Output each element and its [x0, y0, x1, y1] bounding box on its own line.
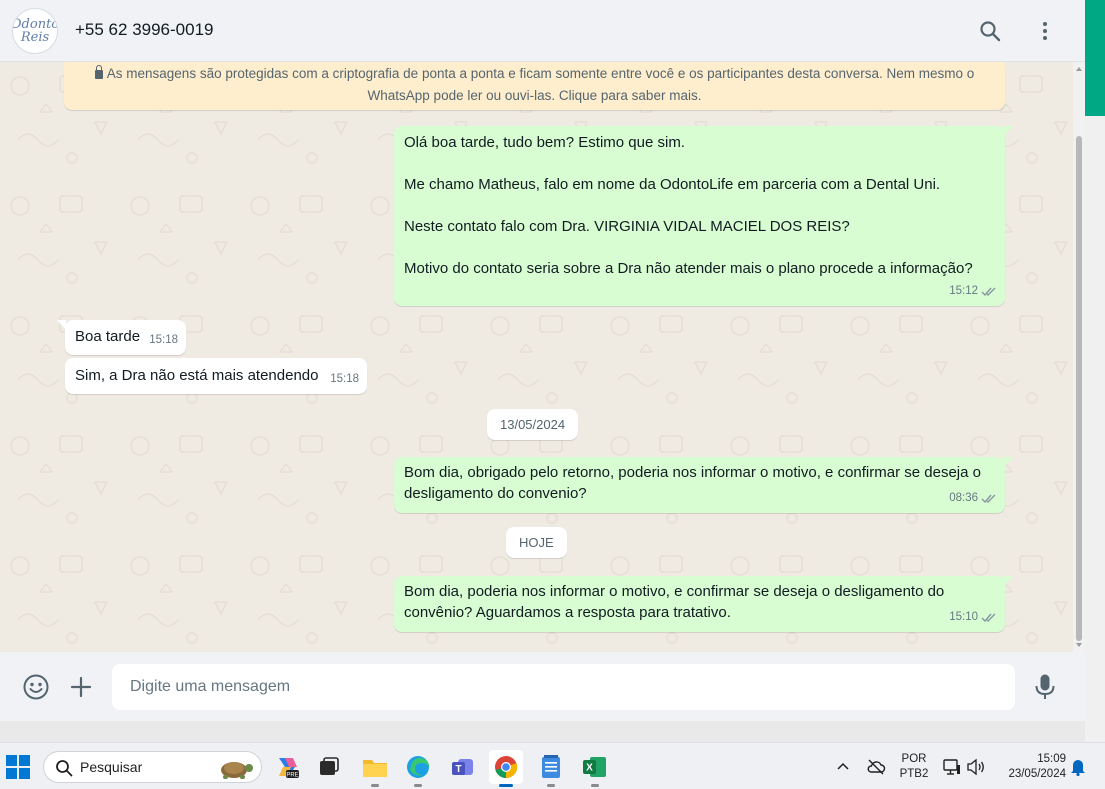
- notepad-icon[interactable]: [534, 750, 568, 787]
- message-meta: 15:18: [330, 369, 359, 390]
- clock[interactable]: 15:09 23/05/2024: [998, 752, 1066, 782]
- running-indicator: [547, 784, 555, 787]
- keyboard-layout-label: PTB2: [899, 768, 929, 780]
- whatsapp-window: Odonto Reis +55 62 3996-0019 As mensagen…: [0, 0, 1085, 721]
- task-view-icon[interactable]: [312, 750, 346, 784]
- cloud-offline-icon[interactable]: [866, 757, 886, 777]
- message-time: 15:18: [330, 373, 359, 385]
- message-bubble-outgoing[interactable]: Olá boa tarde, tudo bem? Estimo que sim.…: [394, 126, 1013, 306]
- message-text: Bom dia, poderia nos informar o motivo, …: [404, 583, 949, 621]
- taskbar-search-label: Pesquisar: [80, 759, 143, 775]
- windows-taskbar: Pesquisar PRE T X POR PTB2 15:09 23/05/2…: [0, 742, 1105, 789]
- encryption-notice[interactable]: As mensagens são protegidas com a cripto…: [64, 62, 1005, 110]
- double-check-icon: [981, 613, 996, 623]
- chat-header[interactable]: Odonto Reis +55 62 3996-0019: [0, 0, 1085, 62]
- chevron-up-icon[interactable]: [835, 759, 851, 775]
- volume-icon[interactable]: [966, 757, 986, 777]
- windows-start-icon[interactable]: [6, 755, 30, 779]
- more-vertical-icon[interactable]: [1030, 16, 1060, 46]
- plus-icon[interactable]: [66, 672, 96, 702]
- input-language[interactable]: POR PTB2: [898, 752, 930, 782]
- window-edge: [1085, 116, 1105, 742]
- edge-icon[interactable]: [401, 750, 435, 787]
- message-bubble-outgoing[interactable]: Bom dia, obrigado pelo retorno, poderia …: [394, 457, 1013, 513]
- emoji-icon[interactable]: [21, 672, 51, 702]
- message-bubble-outgoing[interactable]: Bom dia, poderia nos informar o motivo, …: [394, 576, 1013, 632]
- notification-bell-icon[interactable]: [1070, 758, 1086, 777]
- clock-time: 15:09: [1037, 753, 1066, 765]
- message-text: Olá boa tarde, tudo bem? Estimo que sim.…: [404, 134, 973, 277]
- running-indicator: [591, 784, 599, 787]
- date-chip: HOJE: [506, 527, 567, 558]
- message-meta: 15:18: [149, 330, 178, 351]
- running-indicator: [414, 784, 422, 787]
- encryption-notice-text: As mensagens são protegidas com a cripto…: [106, 66, 975, 103]
- file-explorer-icon[interactable]: [358, 750, 392, 787]
- contact-name[interactable]: +55 62 3996-0019: [75, 20, 214, 40]
- running-indicator: [499, 784, 513, 787]
- chat-area[interactable]: As mensagens são protegidas com a cripto…: [0, 62, 1085, 652]
- date-chip: 13/05/2024: [487, 409, 579, 440]
- language-label: POR: [901, 753, 927, 765]
- scroll-up-arrow[interactable]: [1076, 67, 1082, 71]
- turtle-icon: [221, 762, 253, 779]
- message-bubble-incoming[interactable]: Sim, a Dra não está mais atendendo 15:18: [65, 358, 367, 394]
- message-input[interactable]: [112, 664, 1015, 710]
- scroll-down-arrow[interactable]: [1076, 643, 1082, 647]
- message-composer: [0, 652, 1085, 721]
- window-accent-strip: [1085, 0, 1105, 116]
- scroll-thumb[interactable]: [1076, 136, 1082, 641]
- avatar-logo-line2: Reis: [20, 30, 50, 45]
- bubble-tail: [57, 320, 66, 330]
- svg-text:X: X: [586, 763, 593, 774]
- search-icon: [56, 760, 73, 777]
- message-time: 15:12: [949, 285, 978, 297]
- message-bubble-incoming[interactable]: Boa tarde 15:18: [57, 320, 186, 355]
- avatar[interactable]: Odonto Reis: [12, 8, 58, 54]
- excel-icon[interactable]: X: [578, 750, 612, 787]
- message-text: Sim, a Dra não está mais atendendo: [75, 367, 319, 384]
- double-check-icon: [981, 494, 996, 504]
- copilot-icon[interactable]: PRE: [270, 750, 304, 784]
- message-time: 15:10: [949, 611, 978, 623]
- teams-icon[interactable]: T: [446, 750, 480, 784]
- microphone-icon[interactable]: [1030, 672, 1060, 702]
- avatar-logo: Odonto Reis: [13, 18, 57, 45]
- message-time: 08:36: [949, 492, 978, 504]
- bubble-tail: [1004, 126, 1013, 136]
- message-meta: 15:10: [949, 607, 997, 628]
- search-icon[interactable]: [975, 16, 1005, 46]
- message-meta: 15:12: [949, 281, 997, 302]
- taskbar-search[interactable]: Pesquisar: [43, 751, 262, 783]
- lock-icon: [94, 65, 103, 79]
- message-time: 15:18: [149, 334, 178, 346]
- bubble-tail: [1004, 576, 1013, 586]
- clock-date: 23/05/2024: [1008, 768, 1066, 780]
- bubble-tail: [1004, 457, 1013, 467]
- chat-scrollbar[interactable]: [1073, 62, 1085, 652]
- message-meta: 08:36: [949, 488, 997, 509]
- message-text: Bom dia, obrigado pelo retorno, poderia …: [404, 464, 986, 502]
- double-check-icon: [981, 287, 996, 297]
- svg-text:T: T: [455, 764, 461, 775]
- running-indicator: [371, 784, 379, 787]
- svg-text:PRE: PRE: [286, 773, 298, 779]
- network-icon[interactable]: [942, 757, 962, 777]
- chrome-icon[interactable]: [489, 750, 523, 787]
